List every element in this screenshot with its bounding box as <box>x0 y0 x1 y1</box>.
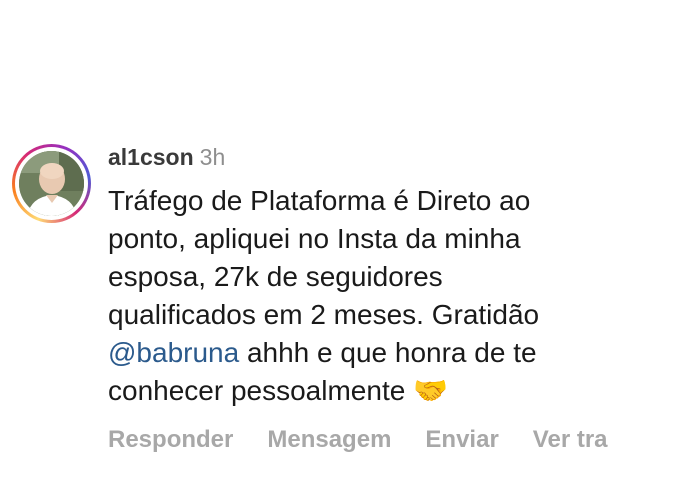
story-ring-icon[interactable] <box>12 144 91 223</box>
comment-header: al1cson 3h <box>108 142 225 172</box>
comment-screen: al1cson 3h Tráfego de Plataforma é Direto… <box>0 0 675 491</box>
view-translation-button[interactable]: Ver tra <box>533 426 608 454</box>
comment-line: @babruna ahhh e que honra de te <box>108 334 628 372</box>
comment-line: conhecer pessoalmente 🤝 <box>108 372 628 410</box>
timestamp: 3h <box>199 144 226 170</box>
reply-button[interactable]: Responder <box>108 426 233 454</box>
comment-line: qualificados em 2 meses. Gratidão <box>108 299 540 330</box>
message-button[interactable]: Mensagem <box>267 426 391 454</box>
comment-actions: Responder Mensagem Enviar Ver tra <box>108 426 675 460</box>
avatar-photo-icon <box>19 151 84 216</box>
comment-line: esposa, 27k de seguidores <box>108 261 443 292</box>
comment-line-end: conhecer pessoalmente <box>108 375 414 406</box>
comment-line: ponto, apliquei no Insta da minha <box>108 223 521 254</box>
avatar-ring-gap <box>15 147 88 220</box>
comment-text: Tráfego de Plataforma é Direto ao ponto,… <box>108 182 628 410</box>
avatar[interactable] <box>19 151 84 216</box>
username[interactable]: al1cson <box>108 144 194 170</box>
handshake-icon: 🤝 <box>413 375 448 406</box>
comment-line: Tráfego de Plataforma é Direto ao <box>108 185 531 216</box>
send-button[interactable]: Enviar <box>425 426 498 454</box>
mention-link[interactable]: @babruna <box>108 337 239 368</box>
comment-line-tail: ahhh e que honra de te <box>239 337 537 368</box>
